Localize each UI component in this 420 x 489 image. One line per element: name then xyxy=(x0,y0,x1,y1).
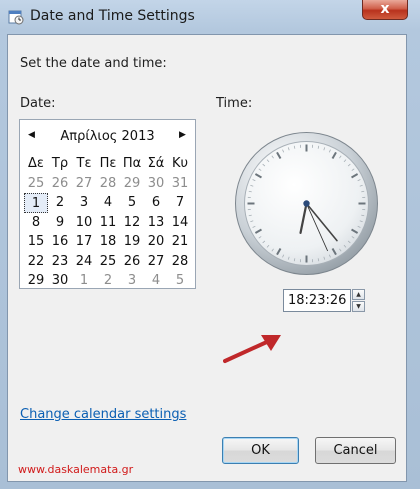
ok-button[interactable]: OK xyxy=(222,437,299,464)
calendar-day[interactable]: 3 xyxy=(120,271,144,291)
watermark-text: www.daskalemata.gr xyxy=(18,463,134,476)
red-arrow-annotation xyxy=(223,335,281,363)
title-bar[interactable]: Date and Time Settings x xyxy=(0,0,420,34)
dialog-body: Set the date and time: Date: Time: ◀ Απρ… xyxy=(7,34,407,482)
calendar-day[interactable]: 26 xyxy=(48,174,72,194)
calendar-week-row: 8 9 10 11 12 13 14 xyxy=(24,213,192,233)
calendar-day[interactable]: 18 xyxy=(96,232,120,252)
calendar-day[interactable]: 1 xyxy=(24,193,48,213)
calendar-day[interactable]: 24 xyxy=(72,252,96,272)
window-title: Date and Time Settings xyxy=(30,8,195,24)
calendar-clock-icon xyxy=(8,10,24,25)
close-icon: x xyxy=(380,1,390,17)
calendar-day[interactable]: 26 xyxy=(120,252,144,272)
weekday-header-row: Δε Τρ Τε Πε Πα Σά Κυ xyxy=(24,154,192,174)
calendar-day[interactable]: 3 xyxy=(72,193,96,213)
calendar-day[interactable]: 30 xyxy=(48,271,72,291)
calendar-day[interactable]: 29 xyxy=(24,271,48,291)
calendar-day[interactable]: 13 xyxy=(144,213,168,233)
calendar-week-row: 22 23 24 25 26 27 28 xyxy=(24,252,192,272)
time-up-button[interactable]: ▲ xyxy=(352,289,365,300)
calendar-day[interactable]: 27 xyxy=(72,174,96,194)
calendar-day[interactable]: 25 xyxy=(24,174,48,194)
calendar-week-row: 15 16 17 18 19 20 21 xyxy=(24,232,192,252)
weekday-header: Τρ xyxy=(51,156,69,171)
calendar-day[interactable]: 12 xyxy=(120,213,144,233)
calendar-day[interactable]: 2 xyxy=(48,193,72,213)
calendar-day[interactable]: 25 xyxy=(96,252,120,272)
calendar-day[interactable]: 1 xyxy=(72,271,96,291)
calendar-day[interactable]: 22 xyxy=(24,252,48,272)
calendar-day[interactable]: 8 xyxy=(24,213,48,233)
calendar-day[interactable]: 6 xyxy=(144,193,168,213)
calendar-day[interactable]: 29 xyxy=(120,174,144,194)
calendar-week-row: 25 26 27 28 29 30 31 xyxy=(24,174,192,194)
calendar-day[interactable]: 4 xyxy=(96,193,120,213)
calendar-day[interactable]: 31 xyxy=(168,174,192,194)
calendar-day[interactable]: 19 xyxy=(120,232,144,252)
change-calendar-settings-link[interactable]: Change calendar settings xyxy=(20,407,186,422)
calendar-day[interactable]: 5 xyxy=(168,271,192,291)
date-calendar[interactable]: ◀ Απρίλιος 2013 ▶ Δε Τρ Τε Πε Πα Σά Κυ 2… xyxy=(19,119,196,289)
calendar-day[interactable]: 2 xyxy=(96,271,120,291)
calendar-day[interactable]: 4 xyxy=(144,271,168,291)
weekday-header: Κυ xyxy=(171,156,189,171)
weekday-header: Πα xyxy=(122,156,142,171)
calendar-day[interactable]: 21 xyxy=(168,232,192,252)
cancel-button[interactable]: Cancel xyxy=(315,437,396,464)
page-heading: Set the date and time: xyxy=(20,56,167,71)
calendar-month-title[interactable]: Απρίλιος 2013 xyxy=(20,129,195,144)
time-field[interactable]: 18:23:26 xyxy=(283,289,351,312)
analog-clock xyxy=(235,132,378,275)
time-spinner[interactable]: ▲ ▼ xyxy=(352,289,365,312)
calendar-day[interactable]: 27 xyxy=(144,252,168,272)
calendar-grid: Δε Τρ Τε Πε Πα Σά Κυ 25 26 27 28 29 30 31 1 2 3 4 5… xyxy=(24,154,192,291)
calendar-day[interactable]: 23 xyxy=(48,252,72,272)
calendar-week-row: 29 30 1 2 3 4 5 xyxy=(24,271,192,291)
weekday-header: Τε xyxy=(76,156,92,171)
close-button[interactable]: x xyxy=(362,0,408,20)
calendar-day[interactable]: 15 xyxy=(24,232,48,252)
date-time-settings-window: Date and Time Settings x Set the date an… xyxy=(0,0,420,489)
calendar-day[interactable]: 30 xyxy=(144,174,168,194)
calendar-day[interactable]: 11 xyxy=(96,213,120,233)
calendar-day[interactable]: 14 xyxy=(168,213,192,233)
calendar-day[interactable]: 16 xyxy=(48,232,72,252)
weekday-header: Πε xyxy=(99,156,117,171)
calendar-day[interactable]: 5 xyxy=(120,193,144,213)
calendar-day[interactable]: 9 xyxy=(48,213,72,233)
calendar-day[interactable]: 7 xyxy=(168,193,192,213)
weekday-header: Σά xyxy=(147,156,165,171)
time-down-button[interactable]: ▼ xyxy=(352,301,365,312)
next-month-button[interactable]: ▶ xyxy=(179,130,186,140)
time-label: Time: xyxy=(216,96,253,111)
calendar-day[interactable]: 28 xyxy=(168,252,192,272)
calendar-day[interactable]: 20 xyxy=(144,232,168,252)
calendar-day[interactable]: 17 xyxy=(72,232,96,252)
calendar-week-row: 1234567 xyxy=(24,193,192,213)
date-label: Date: xyxy=(20,96,56,111)
calendar-day[interactable]: 28 xyxy=(96,174,120,194)
calendar-day[interactable]: 10 xyxy=(72,213,96,233)
weekday-header: Δε xyxy=(28,156,44,171)
